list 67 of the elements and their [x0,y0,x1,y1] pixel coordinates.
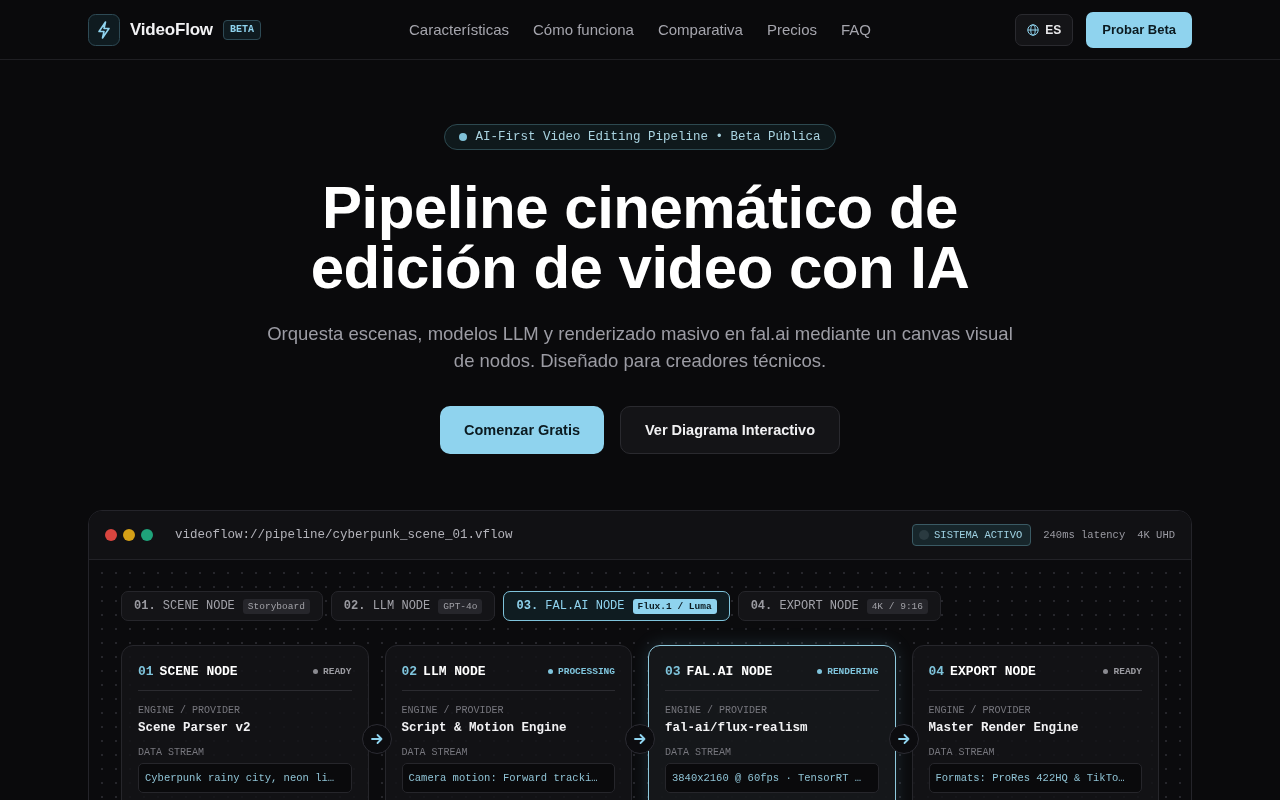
latency-text: 240ms latency [1043,529,1126,541]
node-title: LLM NODE [423,663,486,679]
node-card[interactable]: 03 FAL.AI NODE RENDERING ENGINE / PROVIDER fal-ai/flux-realism DATA STREAM 3840x2160 @ 60fps · TensorRT … [648,645,896,800]
nav-link[interactable]: FAQ [841,21,871,38]
node-status: PROCESSING [558,665,615,677]
stream-label: DATA STREAM [928,746,996,759]
hero-title: Pipeline cinemático de edición de video con IA [309,178,971,298]
data-stream-output: Camera motion: Forward tracki… [401,763,615,793]
node-tab[interactable]: 01. SCENE NODE Storyboard [121,591,323,621]
model-tag: Flux.1 / Luma [632,598,717,614]
hero-button[interactable]: Ver Diagrama Interactivo [620,406,841,454]
node-status: READY [1113,665,1142,677]
model-tag: GPT-4o [438,598,483,614]
engine-name: Master Render Engine [928,720,1080,736]
node-title: EXPORT NODE [950,663,1036,679]
node-number: 01 [138,663,154,679]
engine-label: ENGINE / PROVIDER [138,704,242,717]
stream-label: DATA STREAM [665,746,732,759]
model-tag: 4K / 9:16 [866,598,928,614]
node-tab[interactable]: 03. FAL.AI NODE Flux.1 / Luma [503,591,730,621]
window-dot-icon [141,529,153,541]
arrow-right-icon [625,724,655,754]
dot-icon [459,133,468,141]
language-button[interactable]: ES [1015,13,1074,46]
engine-label: ENGINE / PROVIDER [665,704,769,717]
brand-name: VideoFlow [130,19,213,40]
node-number: 02 [401,663,418,679]
engine-name: fal-ai/flux-realism [665,720,809,736]
node-tab[interactable]: 04. EXPORT NODE 4K / 9:16 [737,591,941,621]
try-beta-button[interactable]: Probar Beta [1086,11,1192,48]
stream-label: DATA STREAM [138,746,205,759]
window-dot-icon [123,529,135,541]
node-status: READY [323,665,352,677]
node-title: FAL.AI NODE [686,663,773,679]
node-number: 03 [665,663,681,679]
engine-label: ENGINE / PROVIDER [928,704,1032,717]
node-number: 04 [928,663,945,679]
node-card[interactable]: 04 EXPORT NODE READY ENGINE / PROVIDER Master Render Engine DATA STREAM Formats: ProRes 422HQ & TikTo… [911,645,1159,800]
nav-link[interactable]: Características [409,21,509,38]
beta-badge: BETA [222,19,261,40]
lightning-logo-icon [88,13,120,46]
globe-icon [1027,23,1040,36]
nav-link[interactable]: Cómo funciona [533,21,634,38]
window-dot-icon [105,529,117,541]
announcement-text: AI-First Video Editing Pipeline • Beta Pública [475,130,821,144]
model-tag: Storyboard [242,598,310,614]
file-path: videoflow://pipeline/cyberpunk_scene_01.vflow [175,528,513,542]
node-tab[interactable]: 02. LLM NODE GPT-4o [330,591,496,621]
node-card[interactable]: 01 SCENE NODE READY ENGINE / PROVIDER Scene Parser v2 DATA STREAM Cyberpunk rainy city, neon li… [121,645,369,800]
arrow-right-icon [888,724,919,754]
node-title: SCENE NODE [159,663,238,679]
arrow-right-icon [361,724,392,754]
engine-name: Script & Motion Engine [401,720,568,736]
nav-link[interactable]: Comparativa [657,21,743,38]
engine-label: ENGINE / PROVIDER [401,704,505,717]
nav-link[interactable]: Precios [766,21,817,38]
data-stream-output: Formats: ProRes 422HQ & TikTo… [928,763,1142,793]
node-status: RENDERING [827,665,879,677]
node-card[interactable]: 02 LLM NODE PROCESSING ENGINE / PROVIDER Script & Motion Engine DATA STREAM Camera motion: Forward tracki… [384,645,632,800]
hero-button[interactable]: Comenzar Gratis [439,406,604,454]
engine-name: Scene Parser v2 [138,720,252,736]
data-stream-output: Cyberpunk rainy city, neon li… [138,763,352,793]
system-status-text: SISTEMA ACTIVO [934,529,1023,541]
data-stream-output: 3840x2160 @ 60fps · TensorRT … [665,763,879,793]
hero-subtitle: Orquesta escenas, modelos LLM y renderizado masivo en fal.ai mediante un canvas visual de nodos. Diseñado para creadores técnicos. [266,322,1014,373]
stream-label: DATA STREAM [401,746,469,759]
resolution-text: 4K UHD [1137,529,1175,541]
